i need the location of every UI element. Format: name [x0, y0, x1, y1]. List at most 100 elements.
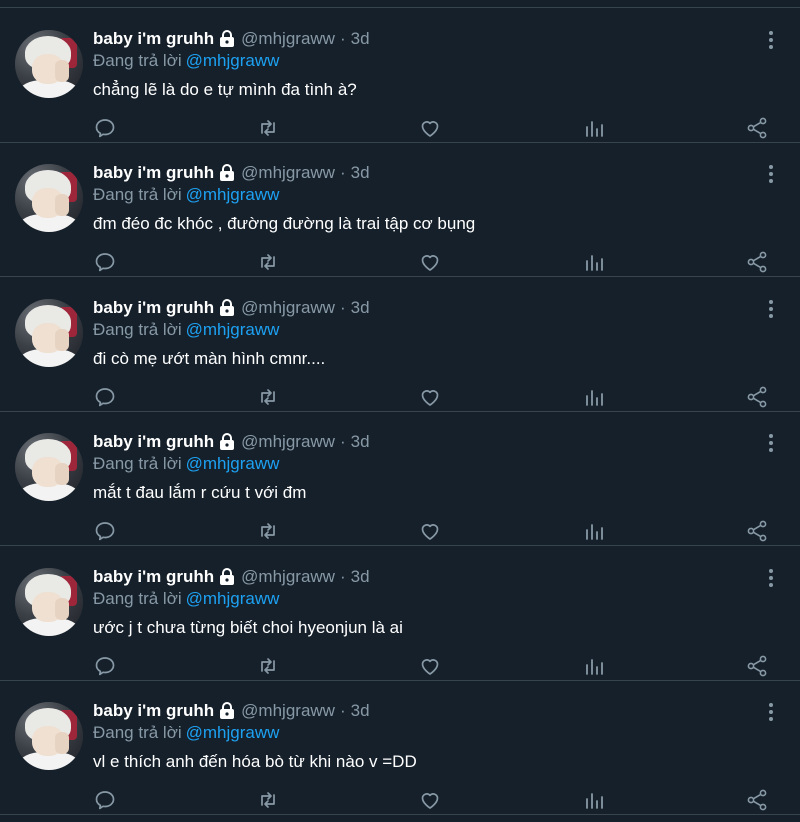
tweet-feed: baby i'm gruhh @mhjgraww · 3d Đang trả l… — [0, 0, 800, 822]
tweet[interactable]: baby i'm gruhh @mhjgraww · 3d Đang trả l… — [0, 680, 800, 815]
retweet-icon[interactable] — [256, 250, 280, 274]
stats-icon[interactable] — [582, 654, 606, 678]
display-name[interactable]: baby i'm gruhh — [93, 29, 214, 49]
replying-to: Đang trả lời @mhjgraww — [93, 185, 279, 205]
stats-icon[interactable] — [582, 519, 606, 543]
user-handle[interactable]: @mhjgraww — [241, 163, 335, 183]
separator-dot: · — [339, 567, 346, 586]
share-icon[interactable] — [745, 116, 769, 140]
mention-link[interactable]: @mhjgraww — [186, 185, 280, 204]
lock-icon — [218, 433, 236, 451]
heart-icon[interactable] — [418, 385, 442, 409]
stats-icon[interactable] — [582, 385, 606, 409]
tweet[interactable]: baby i'm gruhh @mhjgraww · 3d Đang trả l… — [0, 8, 800, 143]
lock-icon — [218, 299, 236, 317]
mention-link[interactable]: @mhjgraww — [186, 589, 280, 608]
display-name[interactable]: baby i'm gruhh — [93, 567, 214, 587]
more-vertical-icon[interactable] — [761, 433, 781, 453]
more-vertical-icon[interactable] — [761, 164, 781, 184]
more-vertical-icon[interactable] — [761, 702, 781, 722]
stats-icon[interactable] — [582, 116, 606, 140]
display-name[interactable]: baby i'm gruhh — [93, 163, 214, 183]
user-handle[interactable]: @mhjgraww — [241, 29, 335, 49]
heart-icon[interactable] — [418, 654, 442, 678]
more-vertical-icon[interactable] — [761, 568, 781, 588]
replying-to: Đang trả lời @mhjgraww — [93, 723, 279, 743]
display-name[interactable]: baby i'm gruhh — [93, 701, 214, 721]
separator-dot: · — [339, 29, 346, 48]
separator-dot: · — [339, 298, 346, 317]
retweet-icon[interactable] — [256, 788, 280, 812]
replying-to: Đang trả lời @mhjgraww — [93, 51, 279, 71]
timestamp[interactable]: 3d — [351, 567, 370, 587]
retweet-icon[interactable] — [256, 385, 280, 409]
stats-icon[interactable] — [582, 250, 606, 274]
user-handle[interactable]: @mhjgraww — [241, 298, 335, 318]
separator-dot: · — [339, 163, 346, 182]
more-vertical-icon[interactable] — [761, 299, 781, 319]
share-icon[interactable] — [745, 385, 769, 409]
replying-prefix: Đang trả lời — [93, 589, 182, 608]
retweet-icon[interactable] — [256, 519, 280, 543]
retweet-icon[interactable] — [256, 116, 280, 140]
avatar[interactable] — [15, 164, 83, 232]
tweet-actions — [0, 116, 800, 140]
display-name[interactable]: baby i'm gruhh — [93, 432, 214, 452]
tweet[interactable]: baby i'm gruhh @mhjgraww · 3d Đang trả l… — [0, 142, 800, 277]
tweet-text: đi cò mẹ ướt màn hình cmnr.... — [93, 349, 326, 368]
replying-prefix: Đang trả lời — [93, 723, 182, 742]
avatar[interactable] — [15, 433, 83, 501]
heart-icon[interactable] — [418, 788, 442, 812]
user-handle[interactable]: @mhjgraww — [241, 701, 335, 721]
mention-link[interactable]: @mhjgraww — [186, 454, 280, 473]
avatar[interactable] — [15, 30, 83, 98]
tweet-text: vl e thích anh đến hóa bò từ khi nào v =… — [93, 752, 417, 771]
mention-link[interactable]: @mhjgraww — [186, 723, 280, 742]
tweet-text: mắt t đau lắm r cứu t với đm — [93, 483, 307, 502]
lock-icon — [218, 702, 236, 720]
tweet-actions — [0, 250, 800, 274]
avatar[interactable] — [15, 299, 83, 367]
lock-icon — [218, 164, 236, 182]
tweet-actions — [0, 385, 800, 409]
heart-icon[interactable] — [418, 250, 442, 274]
display-name[interactable]: baby i'm gruhh — [93, 298, 214, 318]
heart-icon[interactable] — [418, 519, 442, 543]
tweet-text: chẳng lẽ là do e tự mình đa tình à? — [93, 80, 357, 99]
share-icon[interactable] — [745, 519, 769, 543]
reply-icon[interactable] — [93, 788, 117, 812]
avatar[interactable] — [15, 702, 83, 770]
reply-icon[interactable] — [93, 250, 117, 274]
mention-link[interactable]: @mhjgraww — [186, 51, 280, 70]
timestamp[interactable]: 3d — [351, 29, 370, 49]
timestamp[interactable]: 3d — [351, 298, 370, 318]
avatar[interactable] — [15, 568, 83, 636]
tweet[interactable]: baby i'm gruhh @mhjgraww · 3d Đang trả l… — [0, 411, 800, 546]
separator-dot: · — [339, 432, 346, 451]
timestamp[interactable]: 3d — [351, 163, 370, 183]
replying-to: Đang trả lời @mhjgraww — [93, 589, 279, 609]
lock-icon — [218, 568, 236, 586]
replying-prefix: Đang trả lời — [93, 185, 182, 204]
mention-link[interactable]: @mhjgraww — [186, 320, 280, 339]
reply-icon[interactable] — [93, 385, 117, 409]
reply-icon[interactable] — [93, 519, 117, 543]
user-handle[interactable]: @mhjgraww — [241, 567, 335, 587]
share-icon[interactable] — [745, 654, 769, 678]
tweet-text: đm đéo đc khóc , đường đường là trai tập… — [93, 214, 476, 233]
share-icon[interactable] — [745, 788, 769, 812]
replying-prefix: Đang trả lời — [93, 320, 182, 339]
heart-icon[interactable] — [418, 116, 442, 140]
share-icon[interactable] — [745, 250, 769, 274]
reply-icon[interactable] — [93, 654, 117, 678]
more-vertical-icon[interactable] — [761, 30, 781, 50]
stats-icon[interactable] — [582, 788, 606, 812]
tweet[interactable]: baby i'm gruhh @mhjgraww · 3d Đang trả l… — [0, 277, 800, 412]
user-handle[interactable]: @mhjgraww — [241, 432, 335, 452]
tweet-actions — [0, 654, 800, 678]
tweet[interactable]: baby i'm gruhh @mhjgraww · 3d Đang trả l… — [0, 546, 800, 681]
timestamp[interactable]: 3d — [351, 701, 370, 721]
reply-icon[interactable] — [93, 116, 117, 140]
retweet-icon[interactable] — [256, 654, 280, 678]
timestamp[interactable]: 3d — [351, 432, 370, 452]
